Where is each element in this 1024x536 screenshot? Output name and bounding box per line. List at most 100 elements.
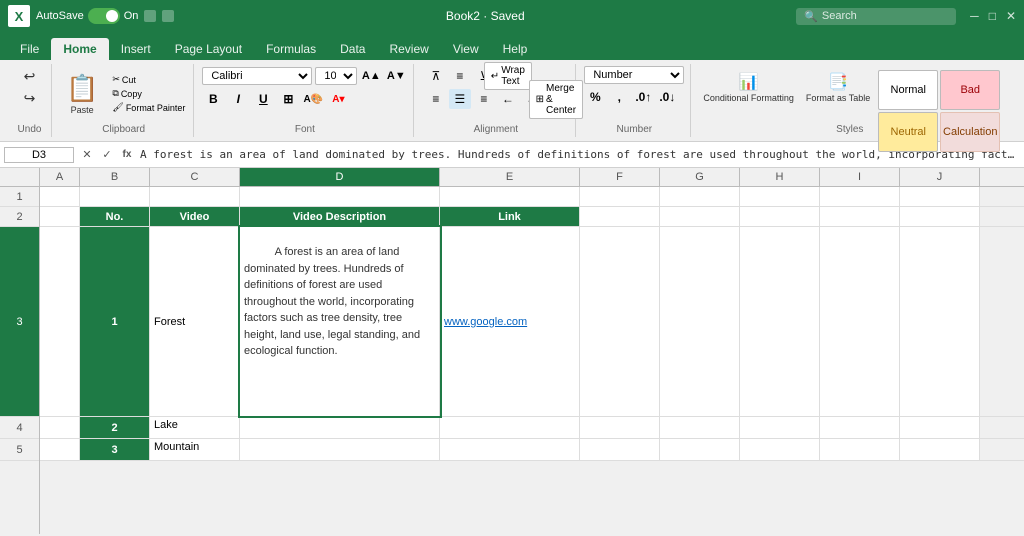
cell-h1[interactable] [740,187,820,206]
cell-b2[interactable]: No. [80,207,150,226]
underline-button[interactable]: U [252,89,274,109]
tab-review[interactable]: Review [377,38,440,60]
search-box[interactable]: 🔍 Search [796,8,956,25]
row-num-1[interactable]: 1 [0,187,39,207]
col-header-i[interactable]: I [820,168,900,186]
font-color-button[interactable]: A▾ [327,89,349,109]
tab-data[interactable]: Data [328,38,377,60]
cell-d1[interactable] [240,187,440,206]
formula-insert-function-button[interactable]: fx [118,146,136,164]
cell-b1[interactable] [80,187,150,206]
cell-f5[interactable] [580,439,660,460]
cell-f3[interactable] [580,227,660,416]
cell-c5[interactable]: Mountain [150,439,240,460]
style-bad-box[interactable]: Bad [940,70,1000,110]
cell-c3[interactable]: Forest [150,227,240,416]
cell-i4[interactable] [820,417,900,438]
cell-j3[interactable] [900,227,980,416]
name-box[interactable] [4,147,74,163]
comma-button[interactable]: , [608,87,630,107]
redo-button[interactable]: ↪ [16,88,44,109]
formula-confirm-button[interactable]: ✓ [98,146,116,164]
col-header-b[interactable]: B [80,168,150,186]
maximize-btn[interactable]: □ [989,9,996,23]
cell-e4[interactable] [440,417,580,438]
cell-a4[interactable] [40,417,80,438]
col-header-a[interactable]: A [40,168,80,186]
tab-help[interactable]: Help [491,38,540,60]
cell-j2[interactable] [900,207,980,226]
cell-c4[interactable]: Lake [150,417,240,438]
wrap-text-button[interactable]: ↵ Wrap Text [497,66,519,86]
col-header-j[interactable]: J [900,168,980,186]
cell-a2[interactable] [40,207,80,226]
cell-e2[interactable]: Link [440,207,580,226]
col-header-h[interactable]: H [740,168,820,186]
cell-e1[interactable] [440,187,580,206]
minimize-btn[interactable]: ─ [970,9,979,23]
cell-d3[interactable]: A forest is an area of land dominated by… [240,227,440,416]
number-format-select[interactable]: Number [584,66,684,84]
font-size-select[interactable]: 10 [315,67,357,85]
close-btn[interactable]: ✕ [1006,9,1016,23]
style-calculation-box[interactable]: Calculation [940,112,1000,152]
cell-i5[interactable] [820,439,900,460]
cell-g4[interactable] [660,417,740,438]
cell-e5[interactable] [440,439,580,460]
cell-g5[interactable] [660,439,740,460]
cell-h3[interactable] [740,227,820,416]
cell-d5[interactable] [240,439,440,460]
cell-g1[interactable] [660,187,740,206]
cut-button[interactable]: ✂ Cut [110,73,187,86]
tab-view[interactable]: View [441,38,491,60]
col-header-f[interactable]: F [580,168,660,186]
cell-c1[interactable] [150,187,240,206]
col-header-c[interactable]: C [150,168,240,186]
percent-button[interactable]: % [584,87,606,107]
indent-decrease-button[interactable]: ← [497,89,519,109]
format-as-table-button[interactable]: 📑 Format as Table [802,70,874,105]
cell-g2[interactable] [660,207,740,226]
cell-a5[interactable] [40,439,80,460]
cell-j1[interactable] [900,187,980,206]
increase-decimal-button[interactable]: .0↑ [632,87,654,107]
decrease-decimal-button[interactable]: .0↓ [656,87,678,107]
cell-f1[interactable] [580,187,660,206]
cell-b5[interactable]: 3 [80,439,150,460]
autosave-toggle[interactable] [88,8,120,24]
increase-font-button[interactable]: A▲ [360,66,382,86]
undo-button[interactable]: ↩ [16,66,44,87]
align-right-button[interactable]: ≡ [473,89,495,109]
col-header-e[interactable]: E [440,168,580,186]
cell-j5[interactable] [900,439,980,460]
tab-formulas[interactable]: Formulas [254,38,328,60]
tab-home[interactable]: Home [51,38,108,60]
merge-center-button[interactable]: ⊞ Merge & Center [545,89,567,109]
cell-a3[interactable] [40,227,80,416]
cell-b4[interactable]: 2 [80,417,150,438]
cell-d4[interactable] [240,417,440,438]
cell-h2[interactable] [740,207,820,226]
format-painter-button[interactable]: 🖌 Format Painter [110,101,187,114]
row-num-3[interactable]: 3 [0,227,39,417]
col-header-g[interactable]: G [660,168,740,186]
cell-i3[interactable] [820,227,900,416]
cell-h4[interactable] [740,417,820,438]
cell-c2[interactable]: Video [150,207,240,226]
decrease-font-button[interactable]: A▼ [385,66,407,86]
align-top-button[interactable]: ⊼ [425,66,447,86]
formula-cancel-button[interactable]: ✕ [78,146,96,164]
tab-insert[interactable]: Insert [109,38,163,60]
cell-b3[interactable]: 1 [80,227,150,416]
conditional-formatting-button[interactable]: 📊 Conditional Formatting [699,70,798,105]
paste-button[interactable]: 📋 Paste [60,71,104,117]
cell-j4[interactable] [900,417,980,438]
cell-d2[interactable]: Video Description [240,207,440,226]
cell-f2[interactable] [580,207,660,226]
row-num-2[interactable]: 2 [0,207,39,227]
italic-button[interactable]: I [227,89,249,109]
style-neutral-box[interactable]: Neutral [878,112,938,152]
row-num-4[interactable]: 4 [0,417,39,439]
cell-i1[interactable] [820,187,900,206]
style-normal-box[interactable]: Normal [878,70,938,110]
